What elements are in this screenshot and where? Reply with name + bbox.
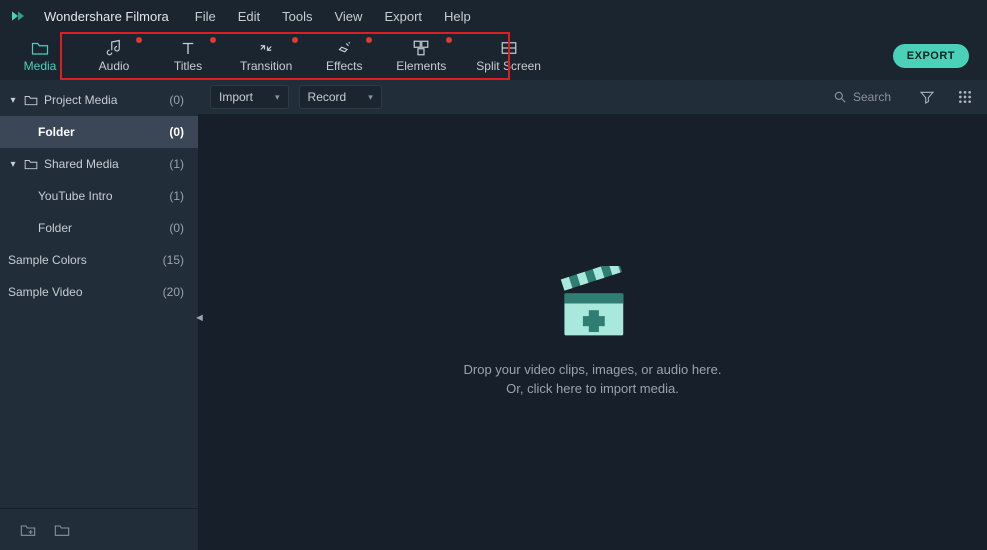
transition-icon [257,39,275,57]
clapperboard-icon [551,266,635,346]
tab-effects[interactable]: Effects [322,39,366,73]
import-label: Import [219,90,253,104]
tab-media[interactable]: Media [18,39,62,73]
tree-item[interactable]: YouTube Intro (1) [0,180,198,212]
record-dropdown[interactable]: Record ▾ [299,85,382,109]
tab-label: Media [24,59,57,73]
drop-area[interactable]: Drop your video clips, images, or audio … [198,114,987,550]
tree-item[interactable]: ▾ Shared Media (1) [0,148,198,180]
tree-item-label: Folder [38,125,75,139]
export-button[interactable]: EXPORT [893,44,969,68]
notification-dot-icon [292,37,298,43]
tree-item-count: (1) [169,189,184,203]
tree-item-count: (0) [169,125,184,139]
tree-item-label: Folder [38,221,72,235]
tree-item-count: (20) [163,285,184,299]
tree-item-label: Sample Video [8,285,83,299]
grid-view-icon[interactable] [955,87,975,107]
tab-label: Elements [396,59,446,73]
search-input[interactable]: Search [833,90,891,104]
menu-edit[interactable]: Edit [238,9,260,24]
tab-transition[interactable]: Transition [240,39,292,73]
folder-icon[interactable] [54,523,70,537]
tree-item-label: Project Media [44,93,117,107]
notification-dot-icon [366,37,372,43]
media-icon [31,39,49,57]
chevron-down-icon: ▾ [368,92,373,103]
tree-item-count: (0) [169,93,184,107]
titlebar: Wondershare Filmora File Edit Tools View… [0,0,987,32]
notification-dot-icon [136,37,142,43]
tree-item[interactable]: Sample Colors (15) [0,244,198,276]
tab-label: Split Screen [476,59,541,73]
folder-icon [24,158,38,170]
drop-line1: Drop your video clips, images, or audio … [464,360,722,380]
drop-line2: Or, click here to import media. [464,379,722,399]
effects-icon [335,39,353,57]
tab-splitscreen[interactable]: Split Screen [476,39,541,73]
menu-export[interactable]: Export [384,9,422,24]
app-logo-icon [10,8,26,24]
tab-label: Titles [174,59,202,73]
titles-icon [179,39,197,57]
elements-icon [412,39,430,57]
tab-titles[interactable]: Titles [166,39,210,73]
chevron-down-icon: ▾ [8,159,18,170]
sidebar-footer [0,508,198,550]
tree-item-count: (0) [169,221,184,235]
main-area: ▾ Project Media (0) Folder (0) ▾ Shared Media (… [0,80,987,550]
tree-item[interactable]: Folder (0) [0,116,198,148]
tree-item-label: YouTube Intro [38,189,113,203]
search-placeholder: Search [853,90,891,104]
chevron-down-icon: ▾ [8,95,18,106]
tree-item-count: (1) [169,157,184,171]
content-panel: Import ▾ Record ▾ Search [198,80,987,550]
tab-elements[interactable]: Elements [396,39,446,73]
search-icon [833,90,847,104]
import-dropdown[interactable]: Import ▾ [210,85,289,109]
chevron-down-icon: ▾ [275,92,280,103]
tabs-container: Media Audio Titles Transition Effects Element… [18,39,541,73]
menu-tools[interactable]: Tools [282,9,312,24]
app-name: Wondershare Filmora [44,9,169,24]
menu-file[interactable]: File [195,9,216,24]
notification-dot-icon [210,37,216,43]
splitscreen-icon [500,39,518,57]
content-toolbar: Import ▾ Record ▾ Search [198,80,987,114]
tree-item[interactable]: Sample Video (20) [0,276,198,308]
new-folder-icon[interactable] [20,523,36,537]
tab-label: Effects [326,59,362,73]
filter-icon[interactable] [917,87,937,107]
audio-icon [105,39,123,57]
sidebar-collapse-toggle[interactable]: ◄ [194,312,204,326]
tree-item-count: (15) [163,253,184,267]
sidebar: ▾ Project Media (0) Folder (0) ▾ Shared Media (… [0,80,198,550]
tab-label: Transition [240,59,292,73]
menu-help[interactable]: Help [444,9,471,24]
tree-item-label: Shared Media [44,157,119,171]
folder-icon [24,94,38,106]
tree-item-label: Sample Colors [8,253,87,267]
tree-item[interactable]: Folder (0) [0,212,198,244]
tabs-row: Media Audio Titles Transition Effects Element… [0,32,987,80]
menu-bar: File Edit Tools View Export Help [195,9,471,24]
tab-audio[interactable]: Audio [92,39,136,73]
drop-text: Drop your video clips, images, or audio … [464,360,722,399]
tab-label: Audio [99,59,130,73]
notification-dot-icon [446,37,452,43]
record-label: Record [308,90,347,104]
tree-item[interactable]: ▾ Project Media (0) [0,84,198,116]
media-tree: ▾ Project Media (0) Folder (0) ▾ Shared Media (… [0,80,198,508]
menu-view[interactable]: View [334,9,362,24]
